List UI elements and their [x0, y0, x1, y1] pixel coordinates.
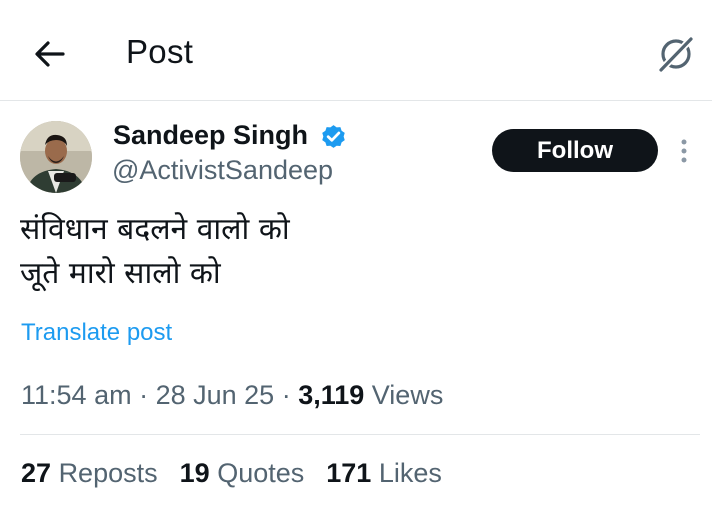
follow-button[interactable]: Follow	[492, 129, 658, 172]
avatar[interactable]	[20, 121, 92, 193]
back-button[interactable]	[30, 34, 70, 74]
more-vertical-icon	[681, 139, 687, 163]
reposts-count: 27	[21, 458, 52, 488]
post-time[interactable]: 11:54 am	[21, 380, 132, 410]
top-bar: Post	[0, 0, 712, 101]
meta-separator: ·	[131, 380, 156, 410]
post-line: जूते मारो सालो को	[20, 256, 221, 291]
reposts-stat[interactable]: 27 Reposts	[21, 458, 158, 489]
likes-label: Likes	[378, 458, 442, 488]
post-text: संविधान बदलने वालो को जूते मारो सालो को	[20, 208, 290, 296]
grok-button[interactable]	[654, 32, 698, 76]
author-name[interactable]: Sandeep Singh	[113, 120, 308, 151]
post-meta: 11:54 am · 28 Jun 25 · 3,119 Views	[21, 380, 443, 411]
post-date[interactable]: 28 Jun 25	[156, 380, 275, 410]
arrow-left-icon	[35, 41, 65, 67]
quotes-count: 19	[179, 458, 210, 488]
views-label: Views	[371, 380, 444, 410]
quotes-label: Quotes	[217, 458, 305, 488]
views-count: 3,119	[298, 380, 365, 410]
engagement-stats: 27 Reposts 19 Quotes 171 Likes	[21, 458, 442, 489]
verified-badge-icon	[322, 125, 345, 148]
divider	[20, 434, 700, 435]
quotes-stat[interactable]: 19 Quotes	[180, 458, 305, 489]
likes-count: 171	[326, 458, 372, 488]
grok-icon	[656, 34, 696, 75]
page-title: Post	[126, 33, 194, 70]
translate-post-link[interactable]: Translate post	[21, 319, 172, 347]
reposts-label: Reposts	[58, 458, 158, 488]
profile-photo	[20, 121, 92, 193]
author-handle[interactable]: @ActivistSandeep	[112, 155, 333, 186]
post-line: संविधान बदलने वालो को	[20, 212, 290, 247]
more-options-button[interactable]	[677, 137, 691, 165]
likes-stat[interactable]: 171 Likes	[326, 458, 442, 489]
meta-separator: ·	[274, 380, 299, 410]
